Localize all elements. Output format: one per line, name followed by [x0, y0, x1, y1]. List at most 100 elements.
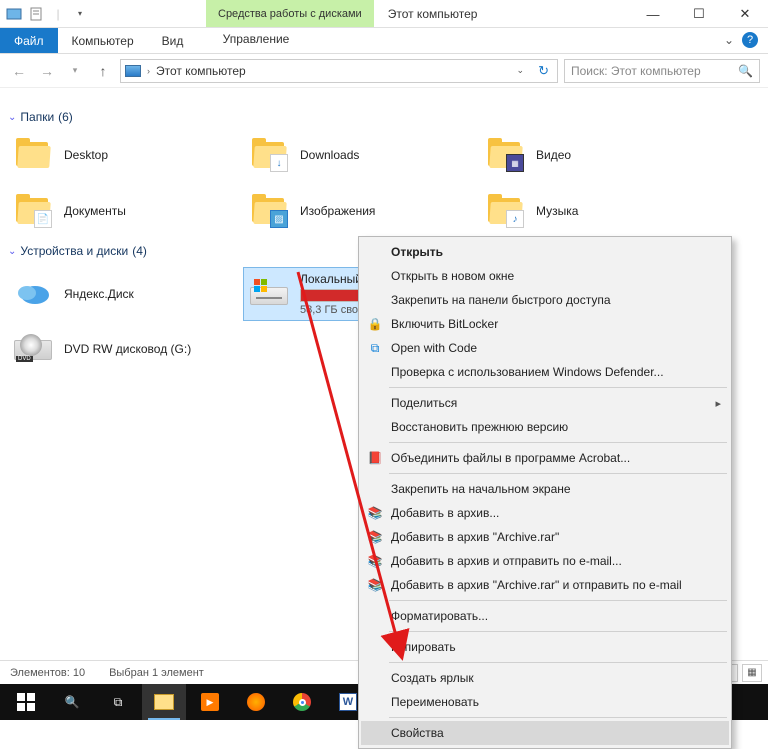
address-dropdown-icon[interactable]: ⌄	[513, 65, 529, 76]
ctx-pin-start[interactable]: Закрепить на начальном экране	[361, 477, 729, 501]
properties-qat-icon[interactable]	[28, 6, 44, 22]
folder-label: Музыка	[536, 204, 578, 218]
minimize-button[interactable]: —	[630, 0, 676, 28]
search-icon[interactable]: 🔍	[738, 64, 753, 78]
refresh-icon[interactable]: ↻	[534, 63, 553, 79]
status-elements-count: Элементов: 10	[10, 667, 85, 679]
drive-label: DVD RW дисковод (G:)	[64, 342, 191, 356]
recent-dropdown-icon[interactable]: ▾	[64, 60, 86, 82]
chevron-down-icon: ⌄	[8, 112, 16, 123]
status-selected-count: Выбран 1 элемент	[109, 667, 204, 679]
taskbar-media-player[interactable]: ▶	[188, 684, 232, 720]
qat-dropdown-icon[interactable]: ▾	[72, 6, 88, 22]
ctx-share[interactable]: Поделиться▸	[361, 391, 729, 415]
ctx-rename[interactable]: Переименовать	[361, 690, 729, 714]
ctx-restore-version[interactable]: Восстановить прежнюю версию	[361, 415, 729, 439]
computer-tab[interactable]: Компьютер	[58, 28, 148, 53]
drive-yandex-disk[interactable]: Яндекс.Диск	[8, 268, 244, 320]
search-box[interactable]: Поиск: Этот компьютер 🔍	[564, 59, 760, 83]
separator	[389, 442, 727, 443]
winrar-icon: 📚	[367, 529, 383, 545]
vscode-icon: ⧉	[367, 340, 383, 356]
title-bar: | ▾ Средства работы с дисками Этот компь…	[0, 0, 768, 28]
manage-tab[interactable]: Управление	[198, 32, 314, 46]
view-tab[interactable]: Вид	[148, 28, 198, 53]
separator	[389, 631, 727, 632]
qat-divider: |	[50, 6, 66, 22]
ctx-add-archive-rar[interactable]: 📚Добавить в архив "Archive.rar"	[361, 525, 729, 549]
task-view-button[interactable]: ⧉	[96, 684, 140, 720]
ctx-archive-rar-email[interactable]: 📚Добавить в архив "Archive.rar" и отправ…	[361, 573, 729, 597]
search-placeholder: Поиск: Этот компьютер	[571, 64, 701, 78]
icons-view-button[interactable]: ▦	[742, 664, 762, 682]
acrobat-icon: 📕	[367, 450, 383, 466]
folder-icon: ↓	[250, 138, 288, 172]
ctx-defender-scan[interactable]: Проверка с использованием Windows Defend…	[361, 360, 729, 384]
folder-label: Downloads	[300, 148, 359, 162]
drive-icon	[250, 279, 288, 309]
ctx-create-shortcut[interactable]: Создать ярлык	[361, 666, 729, 690]
folder-icon	[14, 138, 52, 172]
folder-music[interactable]: ♪ Музыка	[480, 190, 716, 232]
chevron-right-icon[interactable]: ›	[147, 66, 150, 76]
folders-group-header[interactable]: ⌄ Папки (6)	[8, 110, 768, 124]
taskbar-firefox[interactable]	[234, 684, 278, 720]
ctx-format[interactable]: Форматировать...	[361, 604, 729, 628]
winrar-icon: 📚	[367, 505, 383, 521]
up-button[interactable]: ↑	[92, 60, 114, 82]
drive-dvd[interactable]: DVD DVD RW дисковод (G:)	[8, 330, 244, 368]
ctx-open[interactable]: Открыть	[361, 240, 729, 264]
chevron-down-icon: ⌄	[8, 246, 16, 257]
folder-documents[interactable]: 📄 Документы	[8, 190, 244, 232]
file-tab[interactable]: Файл	[0, 28, 58, 53]
folder-icon: 📄	[14, 194, 52, 228]
ctx-add-archive[interactable]: 📚Добавить в архив...	[361, 501, 729, 525]
ctx-open-with-code[interactable]: ⧉Open with Code	[361, 336, 729, 360]
ctx-open-new-window[interactable]: Открыть в новом окне	[361, 264, 729, 288]
separator	[389, 600, 727, 601]
folder-icon: ▦	[486, 138, 524, 172]
drive-label: Яндекс.Диск	[64, 287, 134, 301]
folder-label: Изображения	[300, 204, 375, 218]
folders-group-label: Папки	[20, 110, 54, 124]
ctx-bitlocker[interactable]: 🔒Включить BitLocker	[361, 312, 729, 336]
separator	[389, 717, 727, 718]
start-button[interactable]	[4, 684, 48, 720]
context-menu: Открыть Открыть в новом окне Закрепить н…	[358, 236, 732, 749]
expand-ribbon-icon[interactable]: ⌄	[724, 33, 734, 47]
help-icon[interactable]: ?	[742, 32, 758, 48]
folder-icon: ▨	[250, 194, 288, 228]
taskbar-explorer[interactable]	[142, 684, 186, 720]
contextual-tab-label: Средства работы с дисками	[206, 0, 374, 27]
ctx-pin-quick-access[interactable]: Закрепить на панели быстрого доступа	[361, 288, 729, 312]
folder-video[interactable]: ▦ Видео	[480, 134, 716, 176]
ribbon-tabs: Файл Компьютер Вид Управление ⌄ ?	[0, 28, 768, 54]
submenu-arrow-icon: ▸	[715, 397, 721, 410]
bitlocker-icon: 🔒	[367, 316, 383, 332]
maximize-button[interactable]: ☐	[676, 0, 722, 28]
window-title: Этот компьютер	[388, 7, 478, 21]
folders-group-count: (6)	[58, 110, 73, 124]
folder-pictures[interactable]: ▨ Изображения	[244, 190, 480, 232]
address-bar-row: ← → ▾ ↑ › Этот компьютер ⌄ ↻ Поиск: Этот…	[0, 54, 768, 88]
separator	[389, 387, 727, 388]
quick-access-toolbar: | ▾	[0, 6, 88, 22]
search-taskbar-button[interactable]: 🔍	[50, 684, 94, 720]
ctx-acrobat-combine[interactable]: 📕Объединить файлы в программе Acrobat...	[361, 446, 729, 470]
ctx-copy[interactable]: Копировать	[361, 635, 729, 659]
devices-group-label: Устройства и диски	[20, 244, 128, 258]
folder-label: Видео	[536, 148, 571, 162]
taskbar-chrome[interactable]	[280, 684, 324, 720]
address-path[interactable]: Этот компьютер	[156, 64, 507, 78]
ctx-properties[interactable]: Свойства	[361, 721, 729, 745]
address-box[interactable]: › Этот компьютер ⌄ ↻	[120, 59, 558, 83]
ctx-archive-email[interactable]: 📚Добавить в архив и отправить по e-mail.…	[361, 549, 729, 573]
separator	[389, 473, 727, 474]
close-button[interactable]: ✕	[722, 0, 768, 28]
folder-icon	[154, 694, 174, 710]
folder-downloads[interactable]: ↓ Downloads	[244, 134, 480, 176]
folder-desktop[interactable]: Desktop	[8, 134, 244, 176]
folder-label: Документы	[64, 204, 126, 218]
back-button[interactable]: ←	[8, 60, 30, 82]
forward-button[interactable]: →	[36, 60, 58, 82]
